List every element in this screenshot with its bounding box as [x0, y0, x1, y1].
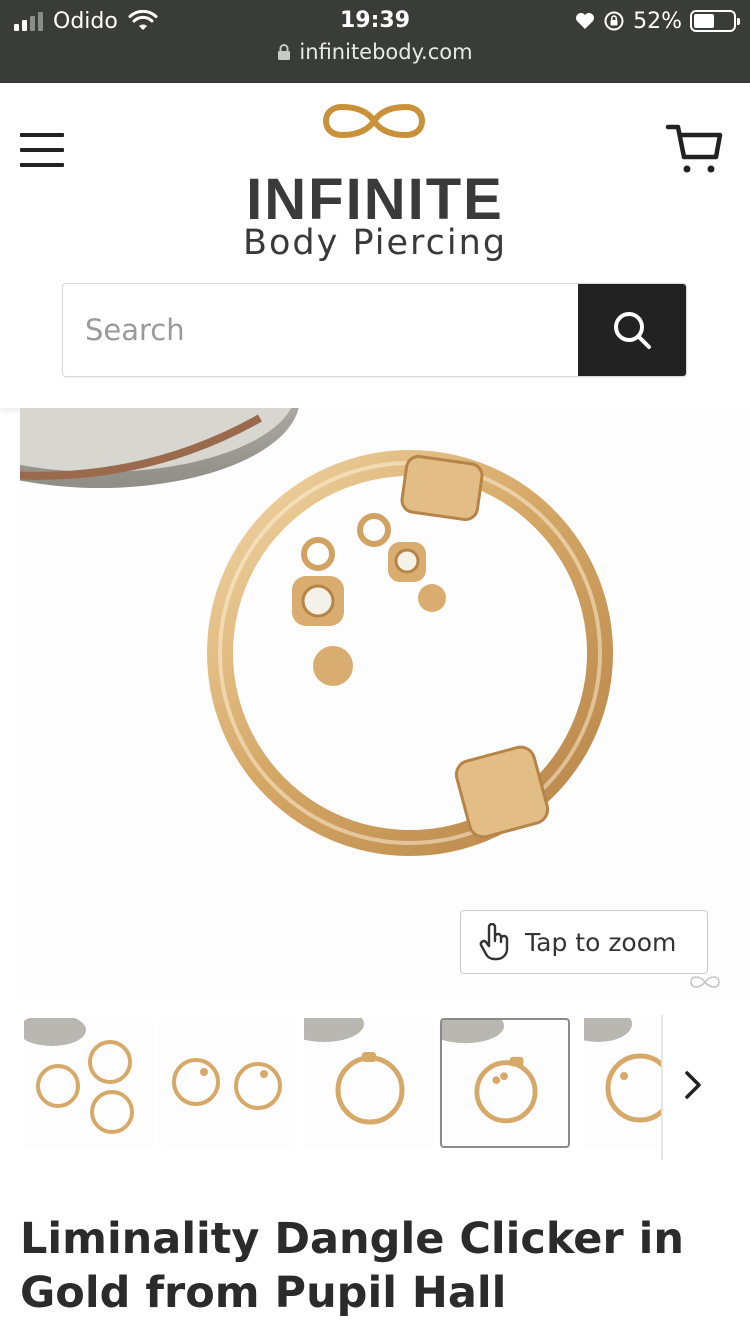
product-thumbnail[interactable]: [24, 1018, 154, 1148]
infinity-watermark-icon: [690, 976, 720, 988]
chevron-right-icon: [685, 1071, 701, 1099]
search-button[interactable]: [578, 284, 686, 376]
rotation-lock-icon: [604, 11, 624, 31]
tap-hand-icon: [479, 923, 509, 961]
lock-icon: [278, 44, 291, 60]
address-bar[interactable]: infinitebody.com: [0, 40, 750, 64]
battery-icon: [690, 10, 740, 32]
thumbnail-carousel: [0, 1015, 750, 1160]
tap-to-zoom-label: Tap to zoom: [525, 927, 677, 957]
carousel-next-button[interactable]: [668, 1055, 718, 1115]
site-header: INFINITE Body Piercing: [0, 83, 750, 408]
hamburger-menu-icon[interactable]: [20, 133, 64, 167]
battery-percent: 52%: [633, 8, 682, 34]
heart-icon: [576, 13, 595, 29]
product-thumbnail-selected[interactable]: [440, 1018, 570, 1148]
search-icon: [614, 312, 651, 349]
product-thumbnail[interactable]: [584, 1018, 662, 1148]
product-title: Liminality Dangle Clicker in Gold from P…: [20, 1214, 684, 1318]
tap-to-zoom-button[interactable]: Tap to zoom: [460, 910, 708, 974]
product-thumbnail[interactable]: [164, 1018, 294, 1148]
url-text[interactable]: infinitebody.com: [299, 40, 472, 64]
brand-tagline: Body Piercing: [242, 223, 508, 263]
carousel-divider: [661, 1015, 663, 1160]
infinity-logo-icon[interactable]: [322, 103, 426, 139]
status-bar: Odido 19:39 52% infinitebody.com: [0, 0, 750, 83]
product-thumbnail[interactable]: [304, 1018, 434, 1148]
shopping-cart-icon[interactable]: [664, 121, 724, 177]
search-bar: [62, 283, 687, 377]
search-input[interactable]: [63, 284, 579, 376]
